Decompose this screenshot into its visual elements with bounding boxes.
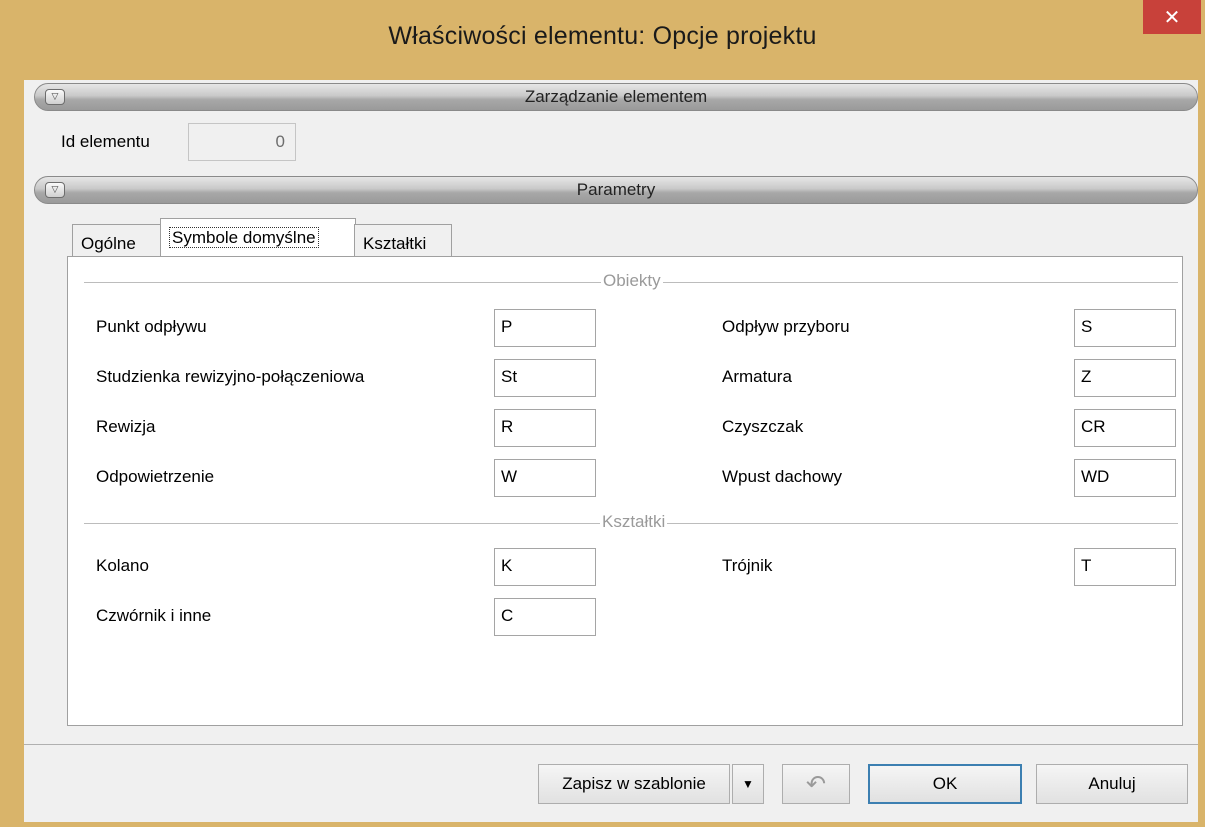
input-fixture-drain[interactable]: S: [1074, 309, 1176, 347]
section-parameters-label: Parametry: [576, 180, 656, 199]
ok-button[interactable]: OK: [868, 764, 1022, 804]
label-inspection-chamber: Studzienka rewizyjno-połączeniowa: [96, 367, 365, 386]
input-tee[interactable]: T: [1074, 548, 1176, 586]
label-roof-drain: Wpust dachowy: [722, 467, 842, 486]
id-field: 0: [188, 123, 296, 161]
input-elbow[interactable]: K: [494, 548, 596, 586]
save-template-button[interactable]: Zapisz w szablonie: [538, 764, 730, 804]
tab-default-symbols-label: Symbole domyślne: [169, 227, 319, 248]
cancel-label: Anuluj: [1088, 774, 1136, 793]
input-roof-drain[interactable]: WD: [1074, 459, 1176, 497]
cancel-button[interactable]: Anuluj: [1036, 764, 1188, 804]
window-title: Właściwości elementu: Opcje projektu: [388, 22, 817, 50]
input-drain-point[interactable]: P: [494, 309, 596, 347]
section-management[interactable]: ▽ Zarządzanie elementem: [34, 83, 1198, 111]
tab-default-symbols[interactable]: Symbole domyślne: [160, 218, 356, 258]
id-label: Id elementu: [61, 132, 150, 151]
label-tee: Trójnik: [722, 556, 773, 575]
ok-label: OK: [932, 774, 958, 793]
undo-icon: ↶: [805, 770, 827, 798]
tab-general[interactable]: Ogólne: [72, 224, 162, 258]
input-inspection-chamber[interactable]: St: [494, 359, 596, 397]
label-vent: Odpowietrzenie: [96, 467, 215, 486]
label-drain-point: Punkt odpływu: [96, 317, 207, 336]
chevron-down-icon: ▼: [742, 777, 754, 791]
input-inspection[interactable]: R: [494, 409, 596, 447]
save-template-dropdown[interactable]: ▼: [732, 764, 764, 804]
title-bar: Właściwości elementu: Opcje projektu ✕: [0, 0, 1205, 80]
section-management-label: Zarządzanie elementem: [524, 87, 708, 106]
dialog-body: ▽ Zarządzanie elementem Id elementu 0 ▽ …: [24, 80, 1198, 822]
close-button[interactable]: ✕: [1143, 0, 1201, 34]
tab-panel-default-symbols: Obiekty Punkt odpływu P Odpływ przyboru …: [67, 256, 1183, 726]
undo-button[interactable]: ↶: [782, 764, 850, 804]
input-cleanout[interactable]: CR: [1074, 409, 1176, 447]
section-parameters[interactable]: ▽ Parametry: [34, 176, 1198, 204]
tab-general-label: Ogólne: [81, 234, 136, 253]
close-icon: ✕: [1163, 6, 1181, 29]
footer-divider: [24, 744, 1198, 745]
label-fittings-valves: Armatura: [722, 367, 792, 386]
group-title-fittings: Kształtki: [600, 512, 668, 532]
label-cross-other: Czwórnik i inne: [96, 606, 212, 625]
tab-fittings-label: Kształtki: [363, 234, 427, 253]
input-vent[interactable]: W: [494, 459, 596, 497]
input-fittings-valves[interactable]: Z: [1074, 359, 1176, 397]
save-template-label: Zapisz w szablonie: [562, 774, 706, 793]
label-inspection: Rewizja: [96, 417, 156, 436]
label-fixture-drain: Odpływ przyboru: [722, 317, 850, 336]
group-title-objects: Obiekty: [601, 271, 663, 291]
label-cleanout: Czyszczak: [722, 417, 804, 436]
input-cross-other[interactable]: C: [494, 598, 596, 636]
tab-fittings[interactable]: Kształtki: [354, 224, 452, 258]
label-elbow: Kolano: [96, 556, 149, 575]
